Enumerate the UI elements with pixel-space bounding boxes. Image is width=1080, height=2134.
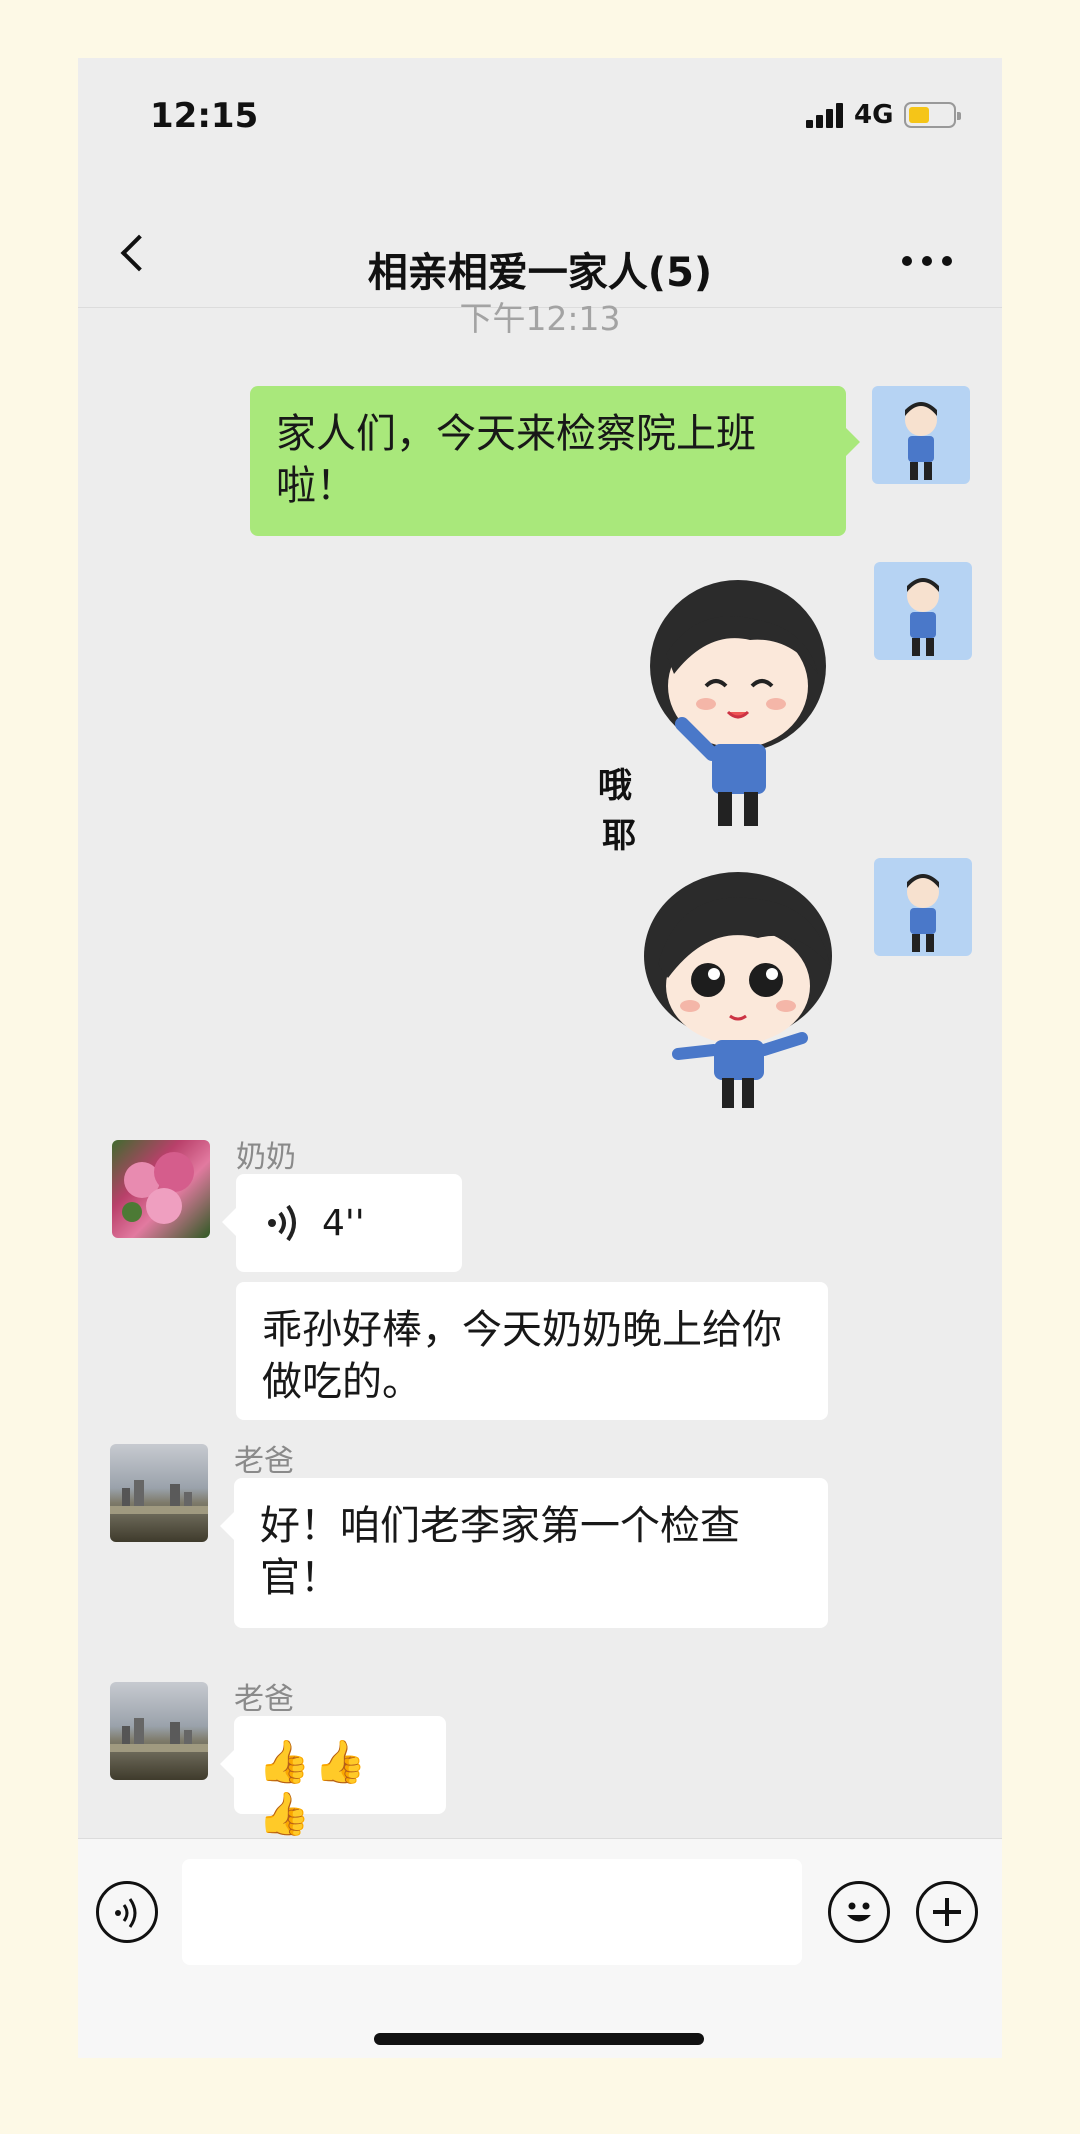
avatar[interactable] [872,386,970,484]
message-bubble[interactable]: 👍👍👍 [234,1716,446,1838]
bubble-tail [222,1208,236,1236]
message-bubble[interactable]: 家人们，今天来检察院上班啦！ [250,386,846,536]
bubble-tail [846,428,860,456]
message-text: 👍👍👍 [258,1737,371,1838]
sticker-caption: 哦 [598,766,632,806]
sender-name: 老爸 [234,1682,294,1717]
avatar[interactable] [874,858,972,956]
battery-icon [904,102,961,128]
avatar[interactable] [110,1682,208,1780]
sticker-caption: 耶 [602,816,636,856]
message-text: 家人们，今天来检察院上班啦！ [276,411,756,509]
voice-icon[interactable] [96,1881,158,1943]
message-bubble[interactable]: 好！咱们老李家第一个检查官！ [234,1478,828,1628]
network-label: 4G [854,100,894,130]
status-bar: 12:15 4G [78,58,1002,178]
voice-duration: 4'' [322,1203,365,1244]
home-indicator[interactable] [374,2033,704,2045]
bubble-tail [220,1750,234,1778]
message-bubble[interactable]: 乖孙好棒，今天奶奶晚上给你做吃的。 [236,1282,828,1420]
voice-icon [268,1204,296,1242]
message-text: 乖孙好棒，今天奶奶晚上给你做吃的。 [262,1307,782,1405]
plus-icon[interactable] [916,1881,978,1943]
message-input[interactable] [182,1859,802,1965]
message-timestamp: 下午12:13 [459,299,621,338]
chat-title: 相亲相爱一家人(5) [367,250,713,296]
status-time: 12:15 [150,96,259,136]
bubble-tail [220,1512,234,1540]
sender-name: 老爸 [234,1444,294,1479]
sticker-message[interactable] [638,868,848,1118]
voice-message[interactable]: 4'' [236,1174,462,1272]
emoji-icon[interactable] [828,1881,890,1943]
input-bar [78,1838,1002,2058]
more-icon[interactable] [902,256,952,268]
avatar[interactable] [110,1444,208,1542]
signal-icon [806,102,846,128]
sender-name: 奶奶 [236,1140,296,1175]
avatar[interactable] [112,1140,210,1238]
message-text: 好！咱们老李家第一个检查官！ [260,1503,740,1601]
chat-screen: 12:15 4G 相亲相爱一家人(5) 下午12:13 家人们，今天来检察院上班… [78,58,1002,2058]
avatar[interactable] [874,562,972,660]
